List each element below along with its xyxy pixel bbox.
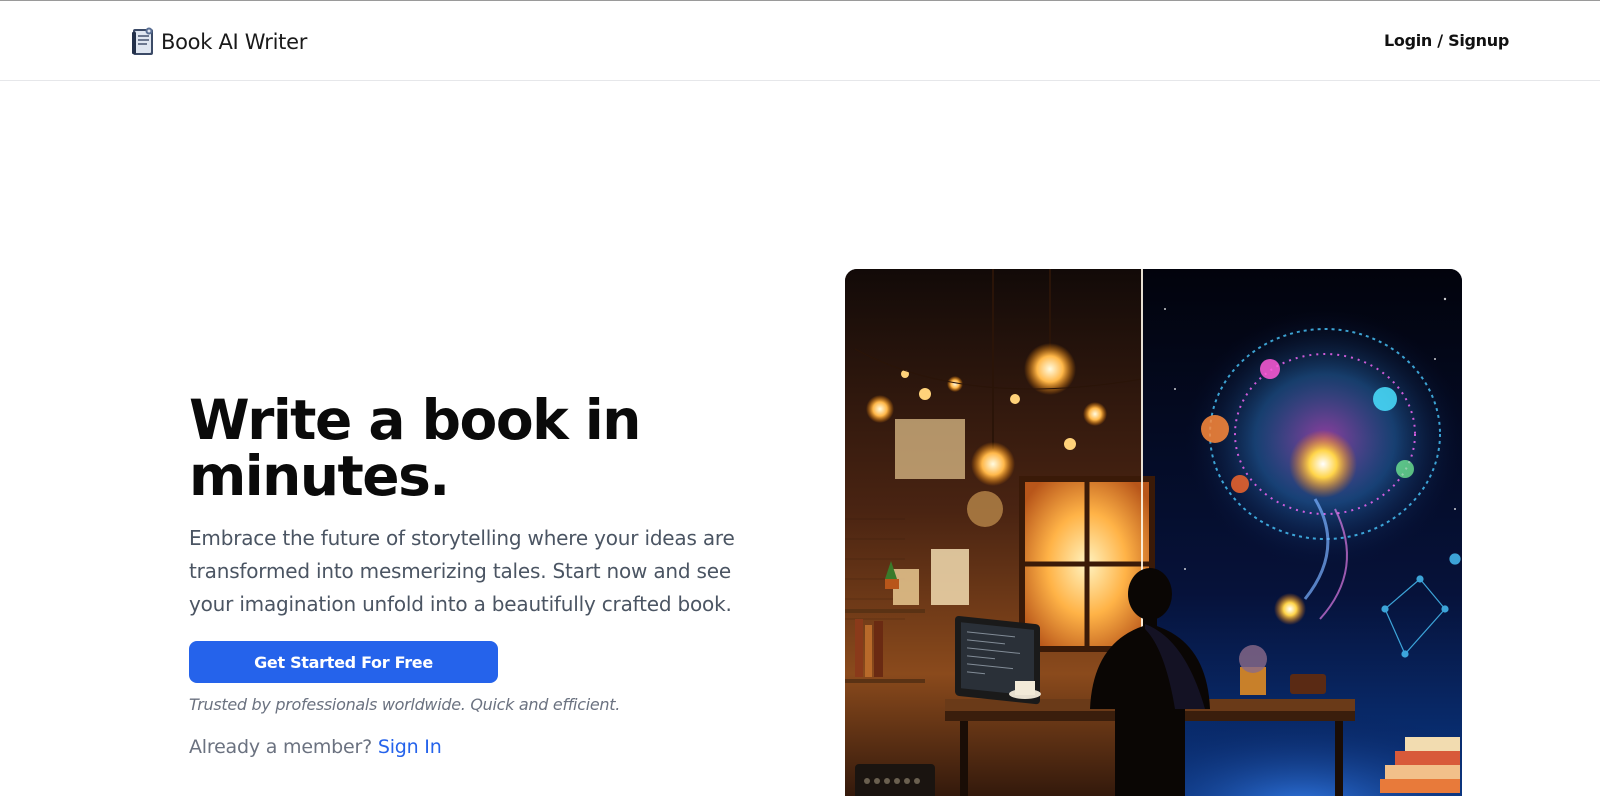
hero-illustration bbox=[845, 269, 1462, 796]
sign-in-link[interactable]: Sign In bbox=[378, 736, 442, 758]
trust-text: Trusted by professionals worldwide. Quic… bbox=[189, 695, 620, 714]
login-signup-link[interactable]: Login / Signup bbox=[1384, 31, 1509, 50]
hero-content: Write a book in minutes. Embrace the fut… bbox=[189, 392, 769, 758]
hero-title-line1: Write a book in bbox=[189, 388, 641, 452]
brand-link[interactable]: Book AI Writer bbox=[129, 25, 307, 59]
get-started-button[interactable]: Get Started For Free bbox=[189, 641, 498, 683]
navbar: Book AI Writer Login / Signup bbox=[0, 1, 1600, 81]
hero-subtitle: Embrace the future of storytelling where… bbox=[189, 526, 735, 616]
brand-name: Book AI Writer bbox=[161, 30, 308, 54]
member-prompt: Already a member? Sign In bbox=[189, 736, 769, 758]
writer-ai-illustration bbox=[845, 269, 1462, 796]
member-prompt-text: Already a member? bbox=[189, 736, 372, 758]
book-logo-icon bbox=[132, 27, 153, 55]
hero-title-line2: minutes. bbox=[189, 444, 450, 508]
hero-title: Write a book in minutes. bbox=[189, 392, 769, 504]
